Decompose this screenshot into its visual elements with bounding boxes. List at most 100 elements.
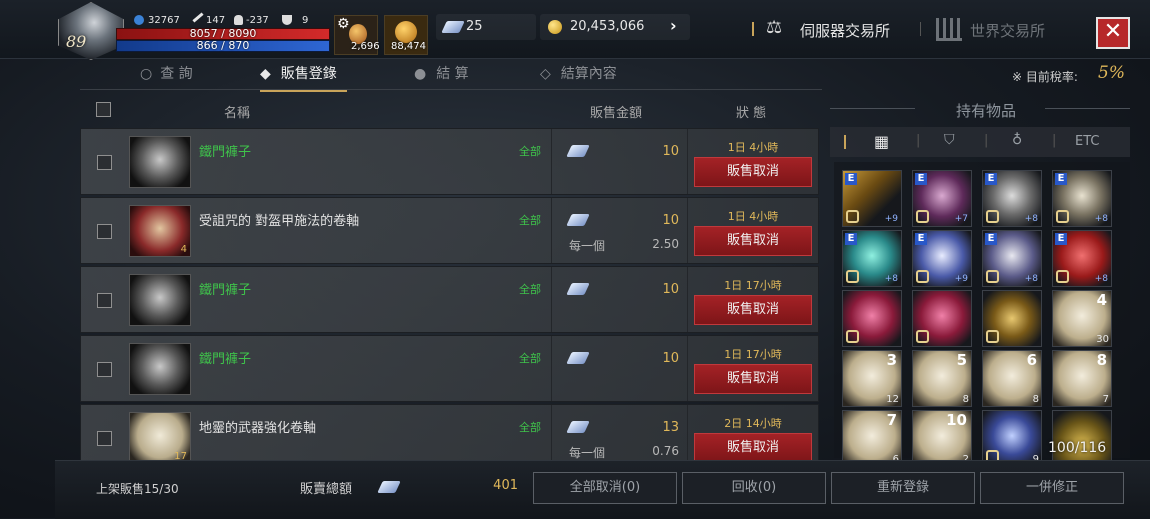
chevron-right-icon[interactable]: ›: [670, 16, 677, 35]
column-price: 販售金額: [590, 106, 643, 121]
row-checkbox[interactable]: [97, 362, 112, 377]
row-checkbox[interactable]: [97, 224, 112, 239]
remaining-time: 1日 4小時: [727, 210, 779, 223]
cancel-all-button[interactable]: 全部取消(0): [533, 472, 677, 504]
lock-icon: [916, 330, 929, 343]
lock-icon: [1056, 270, 1069, 283]
inventory-slot[interactable]: 3 12: [842, 350, 902, 407]
item-plus: +9: [884, 214, 898, 224]
tag-icon: ◆: [260, 66, 271, 82]
inventory-slot[interactable]: E +7: [912, 170, 972, 227]
lock-icon: [986, 330, 999, 343]
cancel-sale-button[interactable]: 販售取消: [694, 226, 812, 256]
close-button[interactable]: ✕: [1096, 17, 1130, 49]
inventory-slot[interactable]: 8 7: [1052, 350, 1112, 407]
inventory-slot[interactable]: E +8: [982, 230, 1042, 287]
inventory-slot[interactable]: [912, 290, 972, 347]
inventory-slot[interactable]: 10 2: [912, 410, 972, 467]
column-divider: [687, 267, 688, 332]
inventory-slot[interactable]: 5 8: [912, 350, 972, 407]
remaining-time: 1日 17小時: [724, 348, 782, 361]
relist-button[interactable]: 重新登錄: [831, 472, 975, 504]
lock-icon: [846, 330, 859, 343]
listing-row[interactable]: 鐵門褲子 全部 10 1日 17小時 販售取消: [80, 335, 819, 402]
inventory-slot[interactable]: 7 6: [842, 410, 902, 467]
item-enhance-level: 8: [1096, 351, 1107, 369]
inventory-slot[interactable]: E +8: [982, 170, 1042, 227]
filter-armor-shield-icon[interactable]: ⛉: [944, 132, 955, 148]
inventory-slot[interactable]: [982, 290, 1042, 347]
listing-row[interactable]: 鐵門褲子 全部 10 1日 4小時 販售取消: [80, 128, 819, 195]
item-plus: +8: [884, 274, 898, 284]
item-quantity: 30: [1096, 334, 1109, 345]
item-icon: [129, 274, 191, 326]
inventory-slot[interactable]: E +8: [1052, 230, 1112, 287]
tab-settle[interactable]: ● 結 算: [414, 60, 469, 90]
filter-all-grid-icon[interactable]: ▦: [874, 132, 889, 151]
filter-etc[interactable]: ETC: [1075, 134, 1099, 149]
inventory-slot[interactable]: E +8: [842, 230, 902, 287]
cancel-sale-button[interactable]: 販售取消: [694, 364, 812, 394]
nav-divider: [920, 22, 921, 36]
item-plus: +8: [1024, 214, 1038, 224]
inventory-slot[interactable]: 4 30: [1052, 290, 1112, 347]
total-value: 401: [493, 478, 518, 493]
item-price: 13: [662, 420, 679, 435]
modify-all-button[interactable]: 一併修正: [980, 472, 1124, 504]
orb-icon: [395, 21, 417, 43]
tab-settle-details[interactable]: ◇ 結算內容: [540, 60, 617, 90]
nav-world-exchange[interactable]: 世界交易所: [970, 20, 1045, 41]
item-stack-count: 4: [180, 244, 187, 255]
inventory-slot[interactable]: E +9: [842, 170, 902, 227]
remaining-time: 2日 14小時: [724, 417, 782, 430]
item-plus: +8: [1094, 274, 1108, 284]
inventory-slot[interactable]: [842, 290, 902, 347]
close-icon: ✕: [1103, 19, 1123, 44]
scale-icon: ⚖: [766, 17, 783, 38]
remaining-time: 1日 17小時: [724, 279, 782, 292]
item-plus: +7: [954, 214, 968, 224]
inventory-slot[interactable]: 9: [982, 410, 1042, 467]
inventory-slot[interactable]: 6 8: [982, 350, 1042, 407]
quick-slot-potion[interactable]: ⚙ 2,696: [334, 15, 380, 55]
item-count: 88,474: [391, 41, 426, 52]
cancel-sale-button[interactable]: 販售取消: [694, 433, 812, 463]
item-scope: 全部: [519, 145, 541, 158]
karma-value: -237: [246, 15, 269, 26]
select-all-checkbox[interactable]: [96, 102, 111, 117]
trophy-icon: [282, 15, 292, 25]
diamond-value: 25: [466, 19, 483, 34]
listing-row[interactable]: 鐵門褲子 全部 10 1日 17小時 販售取消: [80, 266, 819, 333]
listing-row[interactable]: 4 受詛咒的 對盔甲施法的卷軸 全部 10 每一個 2.50 1日 4小時 販售…: [80, 197, 819, 264]
diamond-icon: [566, 145, 590, 157]
lock-icon: [986, 210, 999, 223]
tab-search[interactable]: ○ 查 詢: [140, 60, 193, 90]
inventory-slot[interactable]: E +9: [912, 230, 972, 287]
attack-value: 147: [206, 15, 226, 26]
inventory-filter-bar: ▦ | ⛉ | ♁ | ETC: [830, 127, 1130, 157]
item-enhance-level: 4: [1096, 291, 1107, 309]
nav-server-exchange[interactable]: 伺服器交易所: [800, 20, 890, 41]
unit-price-value: 2.50: [652, 237, 679, 251]
row-checkbox[interactable]: [97, 293, 112, 308]
item-price: 10: [662, 351, 679, 366]
filter-consumable-potion-icon[interactable]: ♁: [1012, 132, 1022, 148]
gold-value: 20,453,066: [570, 19, 645, 34]
reclaim-button[interactable]: 回收(0): [682, 472, 826, 504]
lock-icon: [846, 210, 859, 223]
item-name: 受詛咒的 對盔甲施法的卷軸: [199, 214, 360, 229]
cancel-sale-button[interactable]: 販售取消: [694, 157, 812, 187]
tab-sale-register[interactable]: ◆ 販售登錄: [260, 60, 347, 92]
inventory-slot[interactable]: E +8: [1052, 170, 1112, 227]
item-icon: [129, 343, 191, 395]
lock-icon: [916, 210, 929, 223]
cancel-sale-button[interactable]: 販售取消: [694, 295, 812, 325]
quick-slot-item[interactable]: 88,474: [384, 15, 428, 55]
row-checkbox[interactable]: [97, 155, 112, 170]
equipped-badge: E: [985, 233, 997, 245]
row-checkbox[interactable]: [97, 431, 112, 446]
item-price: 10: [662, 144, 679, 159]
inventory-slot[interactable]: [1052, 410, 1112, 467]
nav-divider: [752, 22, 754, 36]
item-scope: 全部: [519, 214, 541, 227]
